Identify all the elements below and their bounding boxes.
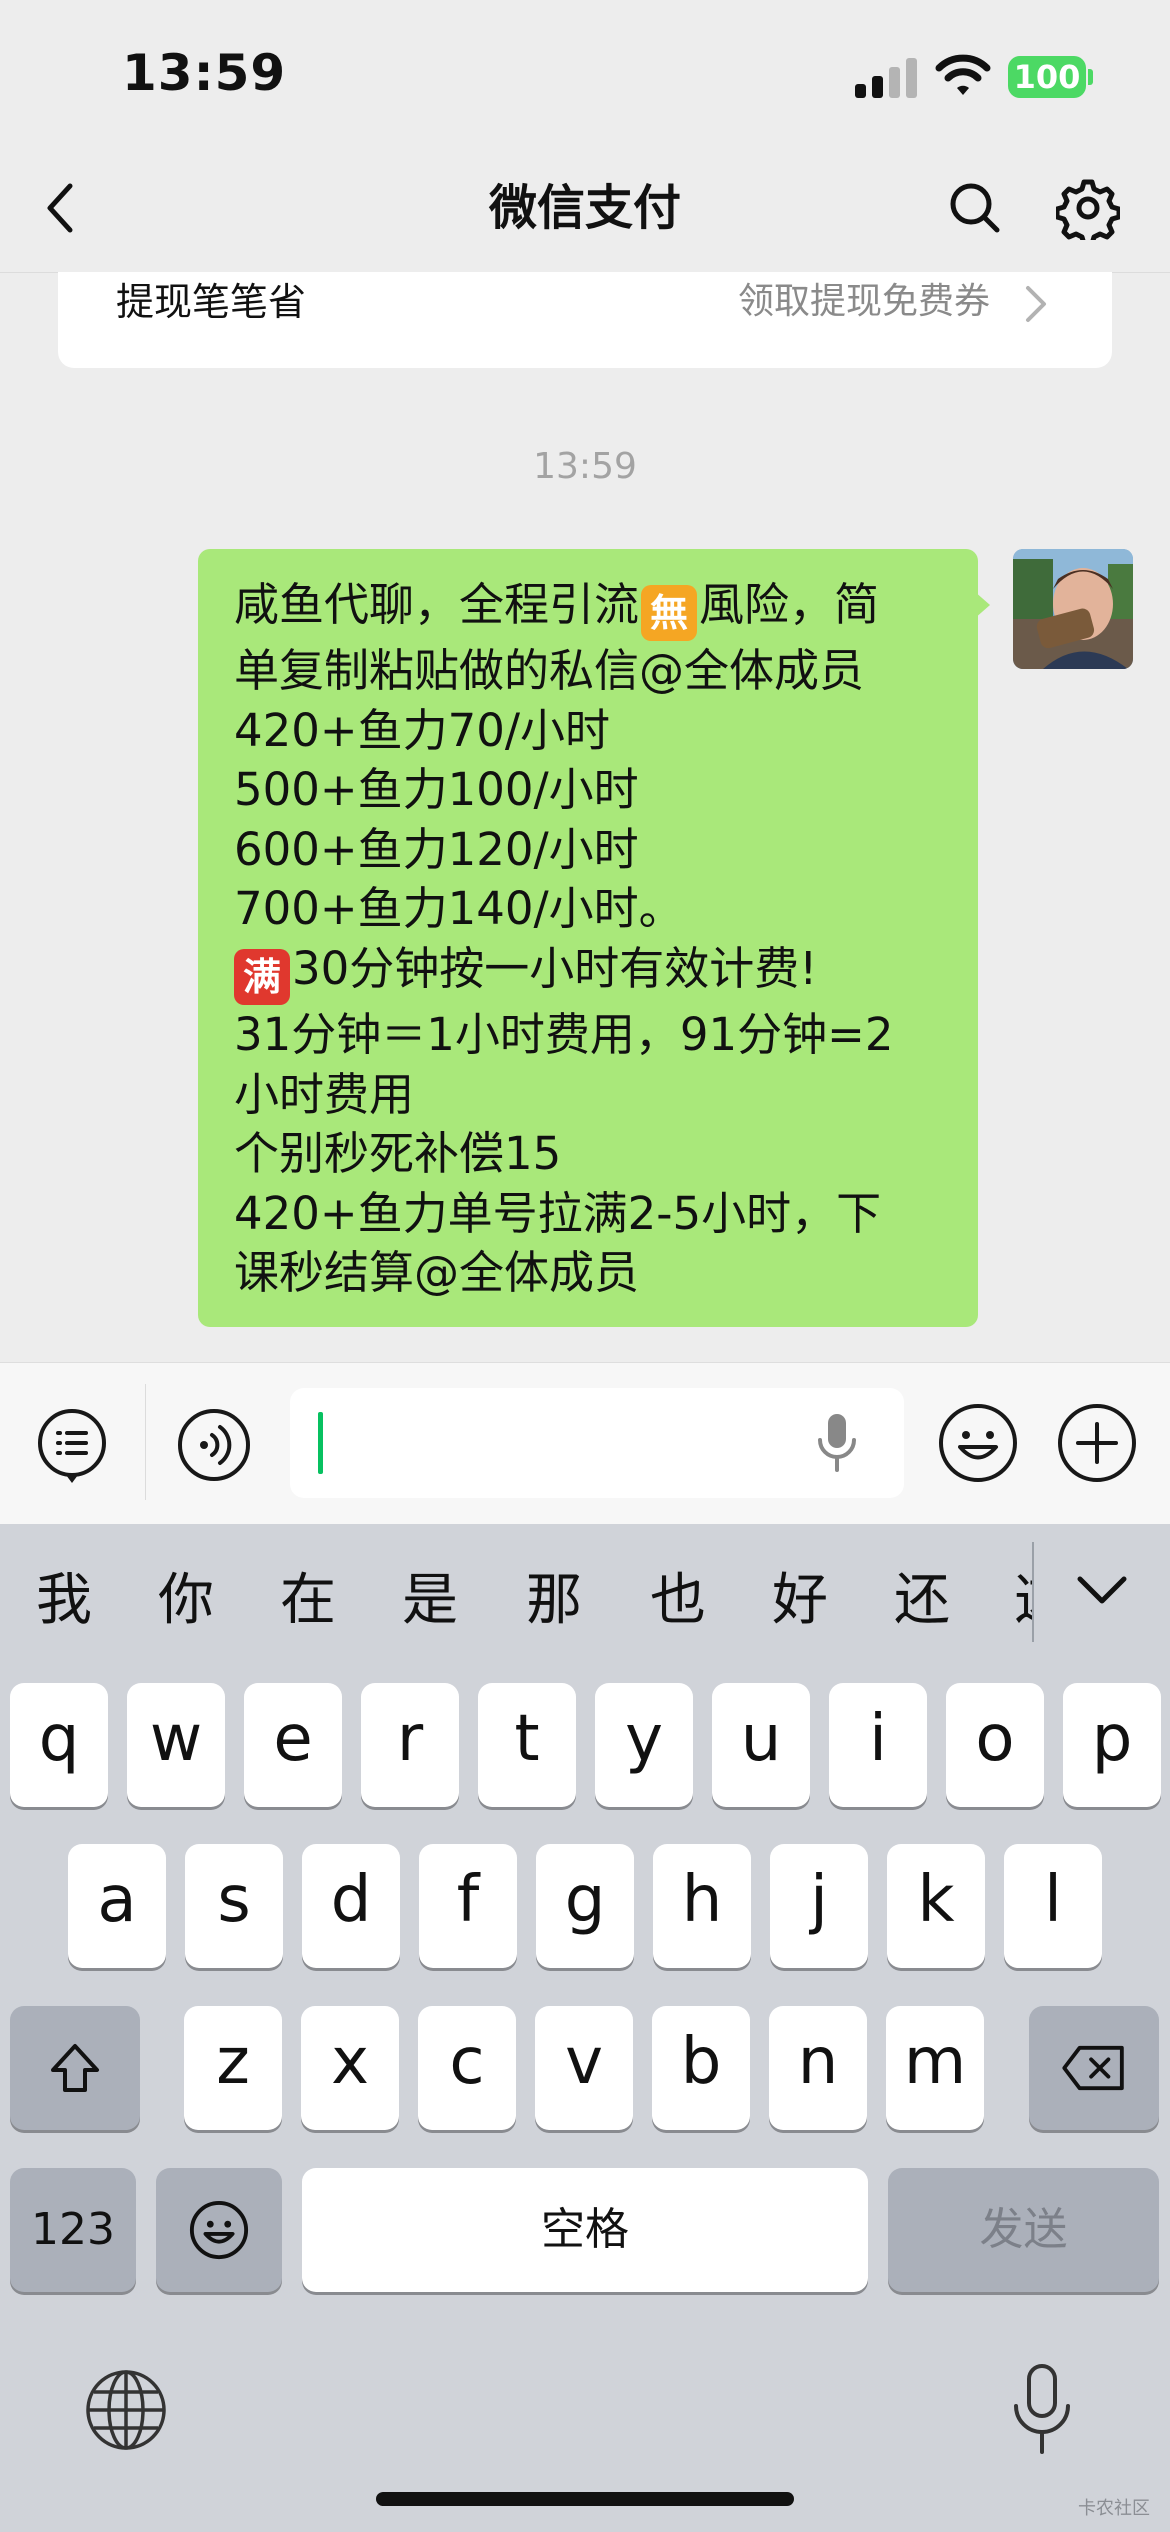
- message-timestamp: 13:59: [533, 446, 637, 487]
- send-key[interactable]: 发送: [888, 2168, 1159, 2292]
- key-o[interactable]: o: [946, 1683, 1044, 1807]
- message-line: 420+鱼力70/小时: [234, 703, 611, 757]
- message-line: 600+鱼力120/小时: [234, 822, 639, 876]
- backspace-key[interactable]: [1029, 2006, 1159, 2130]
- message-line: 单复制粘贴做的私信@全体成员: [234, 644, 865, 697]
- numbers-key[interactable]: 123: [10, 2168, 136, 2292]
- key-d[interactable]: d: [302, 1844, 400, 1968]
- emoji-key-icon: [189, 2200, 249, 2260]
- message-line: 小时费用: [234, 1067, 415, 1121]
- key-n[interactable]: n: [769, 2006, 867, 2130]
- key-s[interactable]: s: [185, 1844, 283, 1968]
- key-j[interactable]: j: [770, 1844, 868, 1968]
- shift-icon: [51, 2044, 99, 2092]
- key-v[interactable]: v: [535, 2006, 633, 2130]
- dictation-mic-icon[interactable]: [1010, 2362, 1074, 2458]
- message-text: 咸鱼代聊，全程引流無風险，简 单复制粘贴做的私信@全体成员 420+鱼力70/小…: [234, 575, 954, 1303]
- key-q[interactable]: q: [10, 1683, 108, 1807]
- battery-indicator: 100: [1008, 56, 1086, 98]
- candidate-word[interactable]: 这: [1014, 1565, 1032, 1637]
- space-key[interactable]: 空格: [302, 2168, 868, 2292]
- input-divider: [145, 1384, 146, 1500]
- status-time: 13:59: [122, 44, 287, 102]
- key-m[interactable]: m: [886, 2006, 984, 2130]
- key-g[interactable]: g: [536, 1844, 634, 1968]
- shift-key[interactable]: [10, 2006, 140, 2130]
- key-l[interactable]: l: [1004, 1844, 1102, 1968]
- message-line: 咸鱼代聊，全程引流無風险，简: [234, 575, 954, 641]
- candidate-word[interactable]: 还: [894, 1565, 950, 1637]
- message-line: 满 30分钟按一小时有效计费!: [234, 939, 954, 1005]
- key-b[interactable]: b: [652, 2006, 750, 2130]
- key-a[interactable]: a: [68, 1844, 166, 1968]
- wifi-icon: [935, 54, 991, 95]
- cellular-signal-icon: [855, 58, 917, 98]
- battery-tip: [1088, 69, 1093, 85]
- emoji-mu-icon: 無: [641, 585, 698, 641]
- key-z[interactable]: z: [184, 2006, 282, 2130]
- voice-input-icon[interactable]: [176, 1407, 252, 1483]
- message-line: 个别秒死补偿15: [234, 1127, 562, 1181]
- candidate-word[interactable]: 是: [402, 1565, 458, 1637]
- key-u[interactable]: u: [712, 1683, 810, 1807]
- key-r[interactable]: r: [361, 1683, 459, 1807]
- text-caret: [318, 1412, 323, 1474]
- message-line: 700+鱼力140/小时。: [234, 882, 684, 936]
- message-line: 420+鱼力单号拉满2-5小时，下: [234, 1186, 882, 1240]
- message-line: 课秒结算@全体成员: [234, 1246, 640, 1300]
- chevron-right-icon: [1026, 286, 1046, 322]
- globe-icon[interactable]: [84, 2368, 168, 2452]
- mic-icon[interactable]: [812, 1410, 862, 1474]
- message-line: 31分钟＝1小时费用，91分钟=2: [234, 1007, 894, 1061]
- home-indicator[interactable]: [376, 2492, 794, 2506]
- bubble-tail: [974, 591, 990, 619]
- message-segment: 咸鱼代聊，全程引流: [234, 578, 640, 631]
- candidate-word[interactable]: 好: [772, 1565, 828, 1637]
- key-h[interactable]: h: [653, 1844, 751, 1968]
- menu-list-icon[interactable]: [36, 1407, 108, 1487]
- key-f[interactable]: f: [419, 1844, 517, 1968]
- key-w[interactable]: w: [127, 1683, 225, 1807]
- gear-icon[interactable]: [1056, 176, 1120, 240]
- emoji-icon[interactable]: [937, 1402, 1019, 1484]
- key-i[interactable]: i: [829, 1683, 927, 1807]
- key-c[interactable]: c: [418, 2006, 516, 2130]
- candidate-word[interactable]: 也: [650, 1565, 706, 1637]
- key-x[interactable]: x: [301, 2006, 399, 2130]
- message-segment: 30分钟按一小时有效计费!: [292, 941, 818, 995]
- candidate-word[interactable]: 我: [36, 1565, 92, 1637]
- watermark: 卡农社区: [1078, 2498, 1150, 2519]
- message-line: 500+鱼力100/小时: [234, 763, 639, 817]
- candidate-word[interactable]: 那: [526, 1565, 582, 1637]
- candidate-word[interactable]: 在: [280, 1565, 336, 1637]
- search-icon[interactable]: [945, 178, 1005, 238]
- key-y[interactable]: y: [595, 1683, 693, 1807]
- key-p[interactable]: p: [1063, 1683, 1161, 1807]
- key-k[interactable]: k: [887, 1844, 985, 1968]
- key-e[interactable]: e: [244, 1683, 342, 1807]
- avatar[interactable]: [1013, 549, 1133, 669]
- plus-icon[interactable]: [1056, 1402, 1138, 1484]
- key-t[interactable]: t: [478, 1683, 576, 1807]
- card-value[interactable]: 领取提现免费券: [600, 280, 990, 324]
- candidate-word[interactable]: 你: [158, 1565, 214, 1637]
- backspace-icon: [1062, 2045, 1124, 2091]
- candidate-separator: [1032, 1542, 1034, 1642]
- card-label: 提现笔笔省: [116, 280, 307, 324]
- emoji-man-icon: 满: [234, 948, 290, 1005]
- chevron-down-icon[interactable]: [1074, 1573, 1130, 1609]
- message-segment: 風险，简: [699, 578, 880, 631]
- emoji-key[interactable]: [156, 2168, 282, 2292]
